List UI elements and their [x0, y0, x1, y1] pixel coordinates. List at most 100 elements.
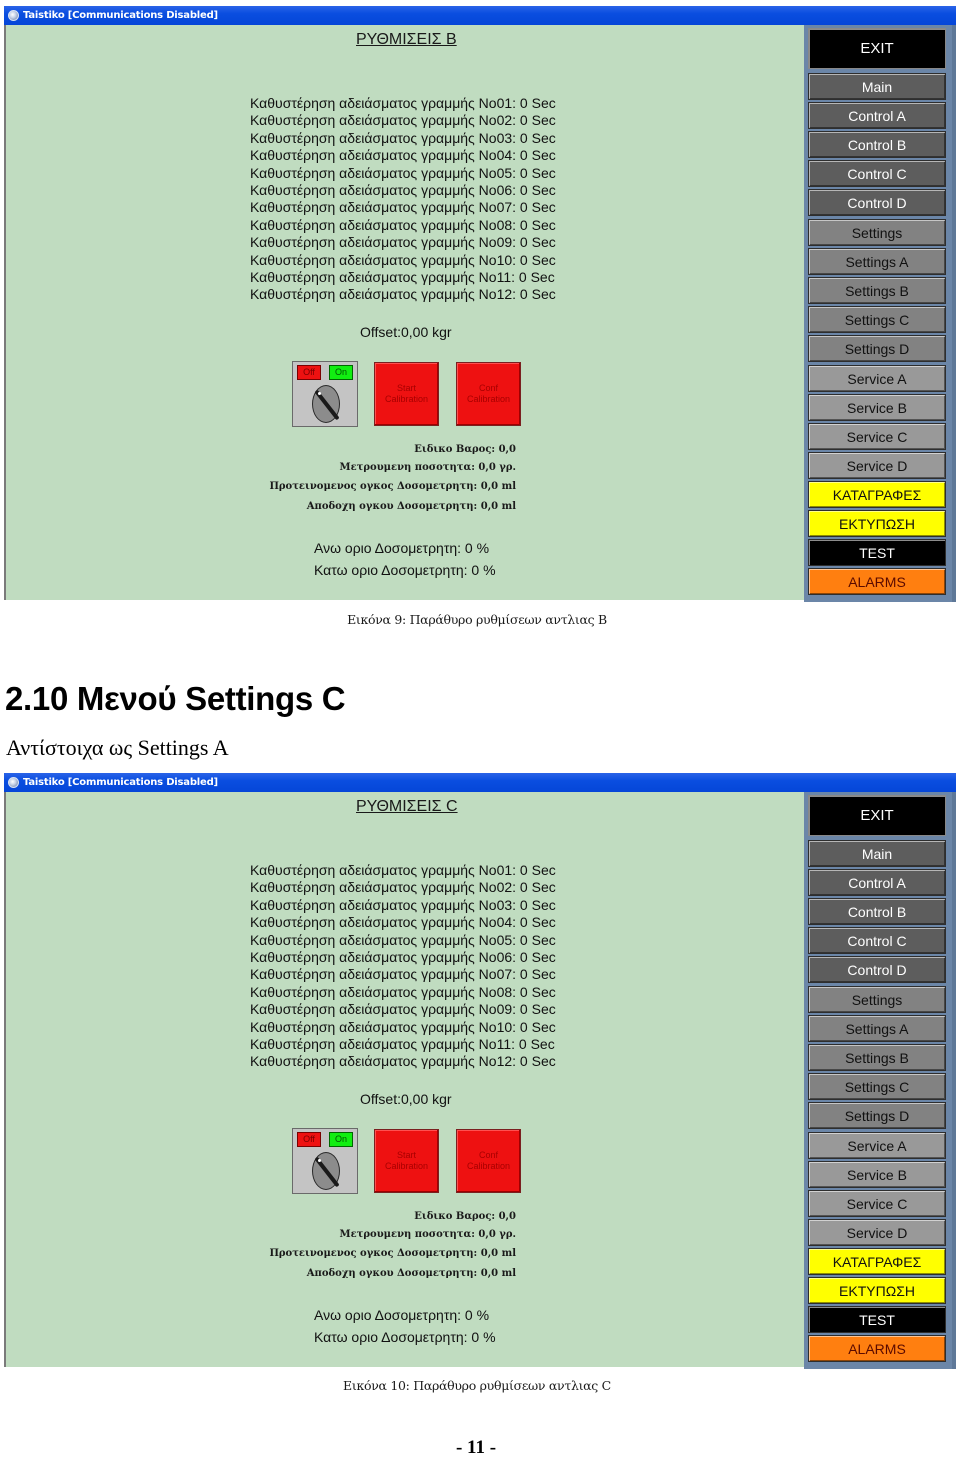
line-delay-row[interactable]: Καθυστέρηση αδειάσματος γραμμής No10: 0 …	[250, 252, 556, 269]
screen-title: ΡΥΘΜΙΣΕΙΣ B	[356, 31, 457, 48]
figure-10-caption: Εικόνα 10: Παράθυρο ρυθμίσεων αντλιας C	[343, 1378, 611, 1393]
nav-control-a-button[interactable]: Control A	[808, 869, 946, 896]
nav-records-button[interactable]: ΚΑΤΑΓΡΑΦΕΣ	[808, 481, 946, 508]
knob-dot	[318, 1159, 321, 1162]
navigation-panel: EXIT Main Control A Control B Control C …	[804, 792, 956, 1369]
nav-main-button[interactable]: Main	[808, 73, 946, 100]
nav-alarms-button[interactable]: ALARMS	[808, 1335, 946, 1362]
nav-exit-button[interactable]: EXIT	[808, 795, 946, 836]
nav-control-c-button[interactable]: Control C	[808, 160, 946, 187]
line-delay-row[interactable]: Καθυστέρηση αδειάσματος γραμμής No02: 0 …	[250, 879, 556, 896]
line-delay-row[interactable]: Καθυστέρηση αδειάσματος γραμμής No11: 0 …	[250, 269, 556, 286]
line-delay-row[interactable]: Καθυστέρηση αδειάσματος γραμμής No06: 0 …	[250, 949, 556, 966]
nav-settings-a-button[interactable]: Settings A	[808, 248, 946, 275]
line-delay-row[interactable]: Καθυστέρηση αδειάσματος γραμμής No12: 0 …	[250, 1053, 556, 1070]
line-delay-row[interactable]: Καθυστέρηση αδειάσματος γραμμής No09: 0 …	[250, 234, 556, 251]
settings-b-window: Taistiko [Communications Disabled] ΡΥΘΜΙ…	[4, 6, 956, 602]
rotary-knob-icon[interactable]	[312, 385, 340, 423]
switch-off-indicator[interactable]: Off	[297, 365, 321, 380]
nav-settings-d-button[interactable]: Settings D	[808, 1102, 946, 1129]
section-text: Αντίστοιχα ως Settings A	[6, 735, 229, 760]
line-delay-row[interactable]: Καθυστέρηση αδειάσματος γραμμής No11: 0 …	[250, 1036, 556, 1053]
upper-limit-value[interactable]: Ανω οριο Δοσομετρητη: 0 %	[314, 540, 489, 556]
window-title: Taistiko [Communications Disabled]	[23, 10, 218, 21]
proposed-volume-reading: Προτεινομενος ογκος Δοσομετρητη: 0,0 ml	[269, 481, 516, 492]
conf-calibration-button[interactable]: Conf Calibration	[456, 362, 521, 426]
lower-limit-value[interactable]: Κατω οριο Δοσομετρητη: 0 %	[314, 1329, 496, 1345]
switch-on-indicator[interactable]: On	[329, 365, 353, 380]
nav-settings-a-button[interactable]: Settings A	[808, 1015, 946, 1042]
nav-records-button[interactable]: ΚΑΤΑΓΡΑΦΕΣ	[808, 1248, 946, 1275]
line-delay-row[interactable]: Καθυστέρηση αδειάσματος γραμμής No06: 0 …	[250, 182, 556, 199]
nav-service-c-button[interactable]: Service C	[808, 423, 946, 450]
lower-limit-value[interactable]: Κατω οριο Δοσομετρητη: 0 %	[314, 562, 496, 578]
start-calibration-button[interactable]: Start Calibration	[374, 362, 439, 426]
nav-service-b-button[interactable]: Service B	[808, 1161, 946, 1188]
nav-settings-d-button[interactable]: Settings D	[808, 335, 946, 362]
proposed-volume-reading: Προτεινομενος ογκος Δοσομετρητη: 0,0 ml	[269, 1248, 516, 1259]
line-delay-row[interactable]: Καθυστέρηση αδειάσματος γραμμής No01: 0 …	[250, 862, 556, 879]
window-titlebar: Taistiko [Communications Disabled]	[4, 6, 956, 25]
line-delay-row[interactable]: Καθυστέρηση αδειάσματος γραμμής No01: 0 …	[250, 95, 556, 112]
offset-value: Offset:0,00 kgr	[360, 324, 452, 340]
nav-alarms-button[interactable]: ALARMS	[808, 568, 946, 595]
line-delay-row[interactable]: Καθυστέρηση αδειάσματος γραμμής No09: 0 …	[250, 1001, 556, 1018]
offset-value: Offset:0,00 kgr	[360, 1091, 452, 1107]
specific-gravity-reading: Ειδικο Βαρος: 0,0	[414, 1211, 516, 1222]
app-icon	[8, 777, 19, 788]
nav-control-b-button[interactable]: Control B	[808, 131, 946, 158]
nav-service-d-button[interactable]: Service D	[808, 1219, 946, 1246]
window-title: Taistiko [Communications Disabled]	[23, 777, 218, 788]
nav-settings-c-button[interactable]: Settings C	[808, 1073, 946, 1100]
line-delay-row[interactable]: Καθυστέρηση αδειάσματος γραμμής No08: 0 …	[250, 984, 556, 1001]
settings-screen: ΡΥΘΜΙΣΕΙΣ B Καθυστέρηση αδειάσματος γραμ…	[4, 25, 804, 600]
line-delay-row[interactable]: Καθυστέρηση αδειάσματος γραμμής No10: 0 …	[250, 1019, 556, 1036]
line-delay-row[interactable]: Καθυστέρηση αδειάσματος γραμμής No05: 0 …	[250, 165, 556, 182]
figure-9-caption: Εικόνα 9: Παράθυρο ρυθμίσεων αντλιας B	[347, 612, 607, 627]
nav-settings-c-button[interactable]: Settings C	[808, 306, 946, 333]
line-delay-row[interactable]: Καθυστέρηση αδειάσματος γραμμής No02: 0 …	[250, 112, 556, 129]
screen-title: ΡΥΘΜΙΣΕΙΣ C	[356, 798, 458, 815]
nav-service-a-button[interactable]: Service A	[808, 365, 946, 392]
line-delay-row[interactable]: Καθυστέρηση αδειάσματος γραμμής No12: 0 …	[250, 286, 556, 303]
rotary-knob-icon[interactable]	[312, 1152, 340, 1190]
nav-control-a-button[interactable]: Control A	[808, 102, 946, 129]
switch-on-indicator[interactable]: On	[329, 1132, 353, 1147]
measured-quantity-reading: Μετρουμενη ποσοτητα: 0,0 γρ.	[339, 462, 516, 473]
nav-print-button[interactable]: ΕΚΤΥΠΩΣΗ	[808, 1277, 946, 1304]
nav-exit-button[interactable]: EXIT	[808, 28, 946, 69]
nav-control-c-button[interactable]: Control C	[808, 927, 946, 954]
accepted-volume-reading: Αποδοχη ογκου Δοσομετρητη: 0,0 ml	[306, 1268, 516, 1279]
nav-control-d-button[interactable]: Control D	[808, 189, 946, 216]
nav-control-b-button[interactable]: Control B	[808, 898, 946, 925]
nav-service-c-button[interactable]: Service C	[808, 1190, 946, 1217]
on-off-switch[interactable]: Off On	[292, 361, 358, 427]
specific-gravity-reading: Ειδικο Βαρος: 0,0	[414, 444, 516, 455]
start-calibration-button[interactable]: Start Calibration	[374, 1129, 439, 1193]
nav-control-d-button[interactable]: Control D	[808, 956, 946, 983]
nav-print-button[interactable]: ΕΚΤΥΠΩΣΗ	[808, 510, 946, 537]
nav-service-d-button[interactable]: Service D	[808, 452, 946, 479]
nav-test-button[interactable]: TEST	[808, 1306, 946, 1333]
switch-off-indicator[interactable]: Off	[297, 1132, 321, 1147]
line-delay-list: Καθυστέρηση αδειάσματος γραμμής No01: 0 …	[250, 95, 556, 304]
line-delay-row[interactable]: Καθυστέρηση αδειάσματος γραμμής No03: 0 …	[250, 897, 556, 914]
line-delay-row[interactable]: Καθυστέρηση αδειάσματος γραμμής No04: 0 …	[250, 147, 556, 164]
line-delay-row[interactable]: Καθυστέρηση αδειάσματος γραμμής No07: 0 …	[250, 966, 556, 983]
line-delay-row[interactable]: Καθυστέρηση αδειάσματος γραμμής No07: 0 …	[250, 199, 556, 216]
line-delay-row[interactable]: Καθυστέρηση αδειάσματος γραμμής No08: 0 …	[250, 217, 556, 234]
nav-service-b-button[interactable]: Service B	[808, 394, 946, 421]
nav-service-a-button[interactable]: Service A	[808, 1132, 946, 1159]
nav-test-button[interactable]: TEST	[808, 539, 946, 566]
nav-settings-b-button[interactable]: Settings B	[808, 1044, 946, 1071]
nav-main-button[interactable]: Main	[808, 840, 946, 867]
on-off-switch[interactable]: Off On	[292, 1128, 358, 1194]
line-delay-row[interactable]: Καθυστέρηση αδειάσματος γραμμής No04: 0 …	[250, 914, 556, 931]
conf-calibration-button[interactable]: Conf Calibration	[456, 1129, 521, 1193]
line-delay-row[interactable]: Καθυστέρηση αδειάσματος γραμμής No05: 0 …	[250, 932, 556, 949]
upper-limit-value[interactable]: Ανω οριο Δοσομετρητη: 0 %	[314, 1307, 489, 1323]
nav-settings-b-button[interactable]: Settings B	[808, 277, 946, 304]
nav-settings-button[interactable]: Settings	[808, 219, 946, 246]
line-delay-row[interactable]: Καθυστέρηση αδειάσματος γραμμής No03: 0 …	[250, 130, 556, 147]
nav-settings-button[interactable]: Settings	[808, 986, 946, 1013]
